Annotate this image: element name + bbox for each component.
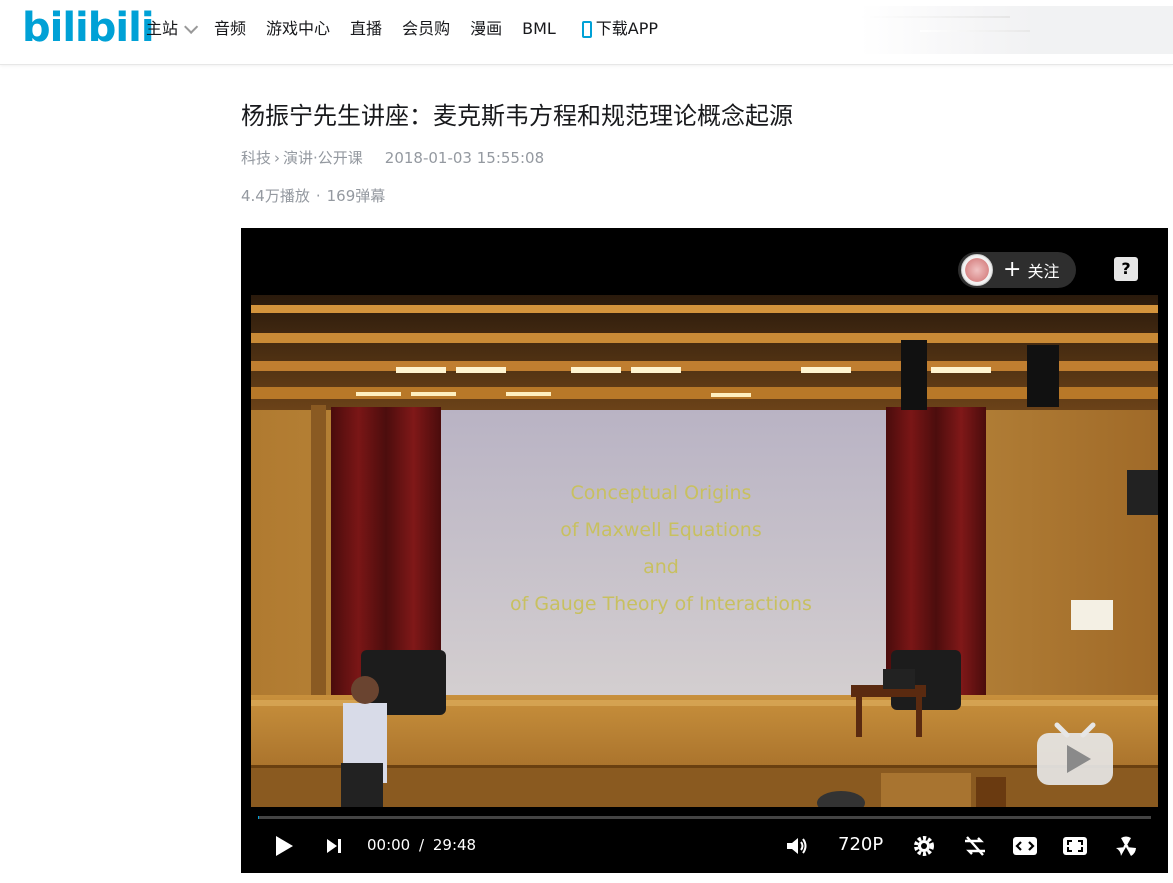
widescreen-icon [1013, 837, 1037, 855]
nav-item-main[interactable]: 主站 [146, 18, 199, 40]
top-bar: bilibili 主站 音频 游戏中心 直播 会员购 漫画 BML 下载APP [0, 0, 1173, 65]
nav-item-audio[interactable]: 音频 [214, 18, 246, 40]
danmaku-toggle-button[interactable] [961, 834, 989, 858]
stats-separator: · [315, 187, 321, 205]
bilibili-logo[interactable]: bilibili [22, 2, 155, 54]
nav-item-bml[interactable]: BML [522, 18, 556, 40]
settings-button[interactable] [911, 834, 937, 858]
slide-line: of Gauge Theory of Interactions [510, 593, 812, 615]
nav-item-label: 直播 [350, 19, 383, 38]
time-separator: / [419, 836, 425, 854]
video-meta: 科技 › 演讲·公开课 2018-01-03 15:55:08 [241, 147, 544, 168]
slide-line: and [643, 556, 679, 578]
play-button[interactable] [271, 834, 297, 858]
widescreen-button[interactable] [1012, 834, 1038, 858]
nav-item-label: 音频 [214, 19, 247, 38]
video-frame[interactable]: Conceptual Origins of Maxwell Equations … [251, 295, 1158, 807]
next-button[interactable] [323, 834, 345, 858]
time-display: 00:00 / 29:48 [367, 836, 476, 854]
gear-icon [914, 836, 934, 856]
play-count: 4.4万播放 [241, 187, 310, 205]
nav-item-game-center[interactable]: 游戏中心 [266, 18, 330, 40]
nav-item-shop[interactable]: 会员购 [402, 18, 450, 40]
nav-item-live[interactable]: 直播 [350, 18, 382, 40]
progress-bar[interactable] [258, 816, 1151, 819]
decor-line [920, 30, 1030, 32]
chevron-right-icon: › [274, 148, 281, 167]
plus-icon: + [1003, 257, 1022, 282]
volume-button[interactable] [784, 834, 810, 858]
decor-line [860, 16, 1010, 18]
play-icon [276, 836, 293, 856]
nav-item-manga[interactable]: 漫画 [470, 18, 502, 40]
danmaku-off-icon [965, 836, 985, 856]
fullscreen-icon [1063, 837, 1087, 855]
triple-action-button[interactable] [1112, 834, 1140, 858]
current-time: 00:00 [367, 836, 411, 854]
nav-item-label: 主站 [146, 19, 179, 38]
danmaku-count: 169弹幕 [326, 187, 386, 205]
radiation-icon [1116, 836, 1136, 858]
video-player[interactable]: + 关注 ? Conceptual Origins of Maxwell Equ… [241, 228, 1168, 873]
follow-button[interactable]: + 关注 [958, 252, 1076, 288]
duration: 29:48 [432, 836, 477, 854]
video-stats: 4.4万播放 · 169弹幕 [241, 185, 385, 206]
slide-text: Conceptual Origins of Maxwell Equations … [451, 475, 871, 623]
search-area[interactable] [860, 6, 1173, 54]
fullscreen-button[interactable] [1062, 834, 1088, 858]
chevron-down-icon [184, 19, 199, 34]
publish-datetime: 2018-01-03 15:55:08 [384, 148, 545, 167]
uploader-avatar [961, 254, 993, 286]
phone-icon [581, 20, 592, 38]
video-title: 杨振宁先生讲座：麦克斯韦方程和规范理论概念起源 [241, 102, 793, 130]
nav-item-label: 漫画 [470, 19, 503, 38]
help-icon[interactable]: ? [1114, 257, 1138, 281]
quality-selector[interactable]: 720P [838, 834, 883, 855]
nav-item-download-app[interactable]: 下载APP [581, 18, 659, 40]
slide-line: Conceptual Origins [570, 482, 752, 504]
subcategory-link[interactable]: 演讲·公开课 [283, 147, 363, 168]
player-controls: 00:00 / 29:48 720P [241, 826, 1168, 866]
slide-line: of Maxwell Equations [560, 519, 762, 541]
nav-item-label: BML [522, 19, 556, 38]
main-nav: 主站 音频 游戏中心 直播 会员购 漫画 BML 下载APP [146, 18, 678, 40]
follow-label: 关注 [1027, 262, 1060, 281]
nav-item-label: 会员购 [402, 19, 451, 38]
nav-item-label: 下载APP [595, 19, 659, 38]
nav-item-label: 游戏中心 [266, 19, 331, 38]
progress-fill [258, 816, 259, 819]
volume-icon [787, 838, 807, 854]
bilibili-tv-watermark-icon [1037, 722, 1113, 785]
skip-next-icon [327, 839, 341, 853]
category-link[interactable]: 科技 [241, 147, 271, 168]
